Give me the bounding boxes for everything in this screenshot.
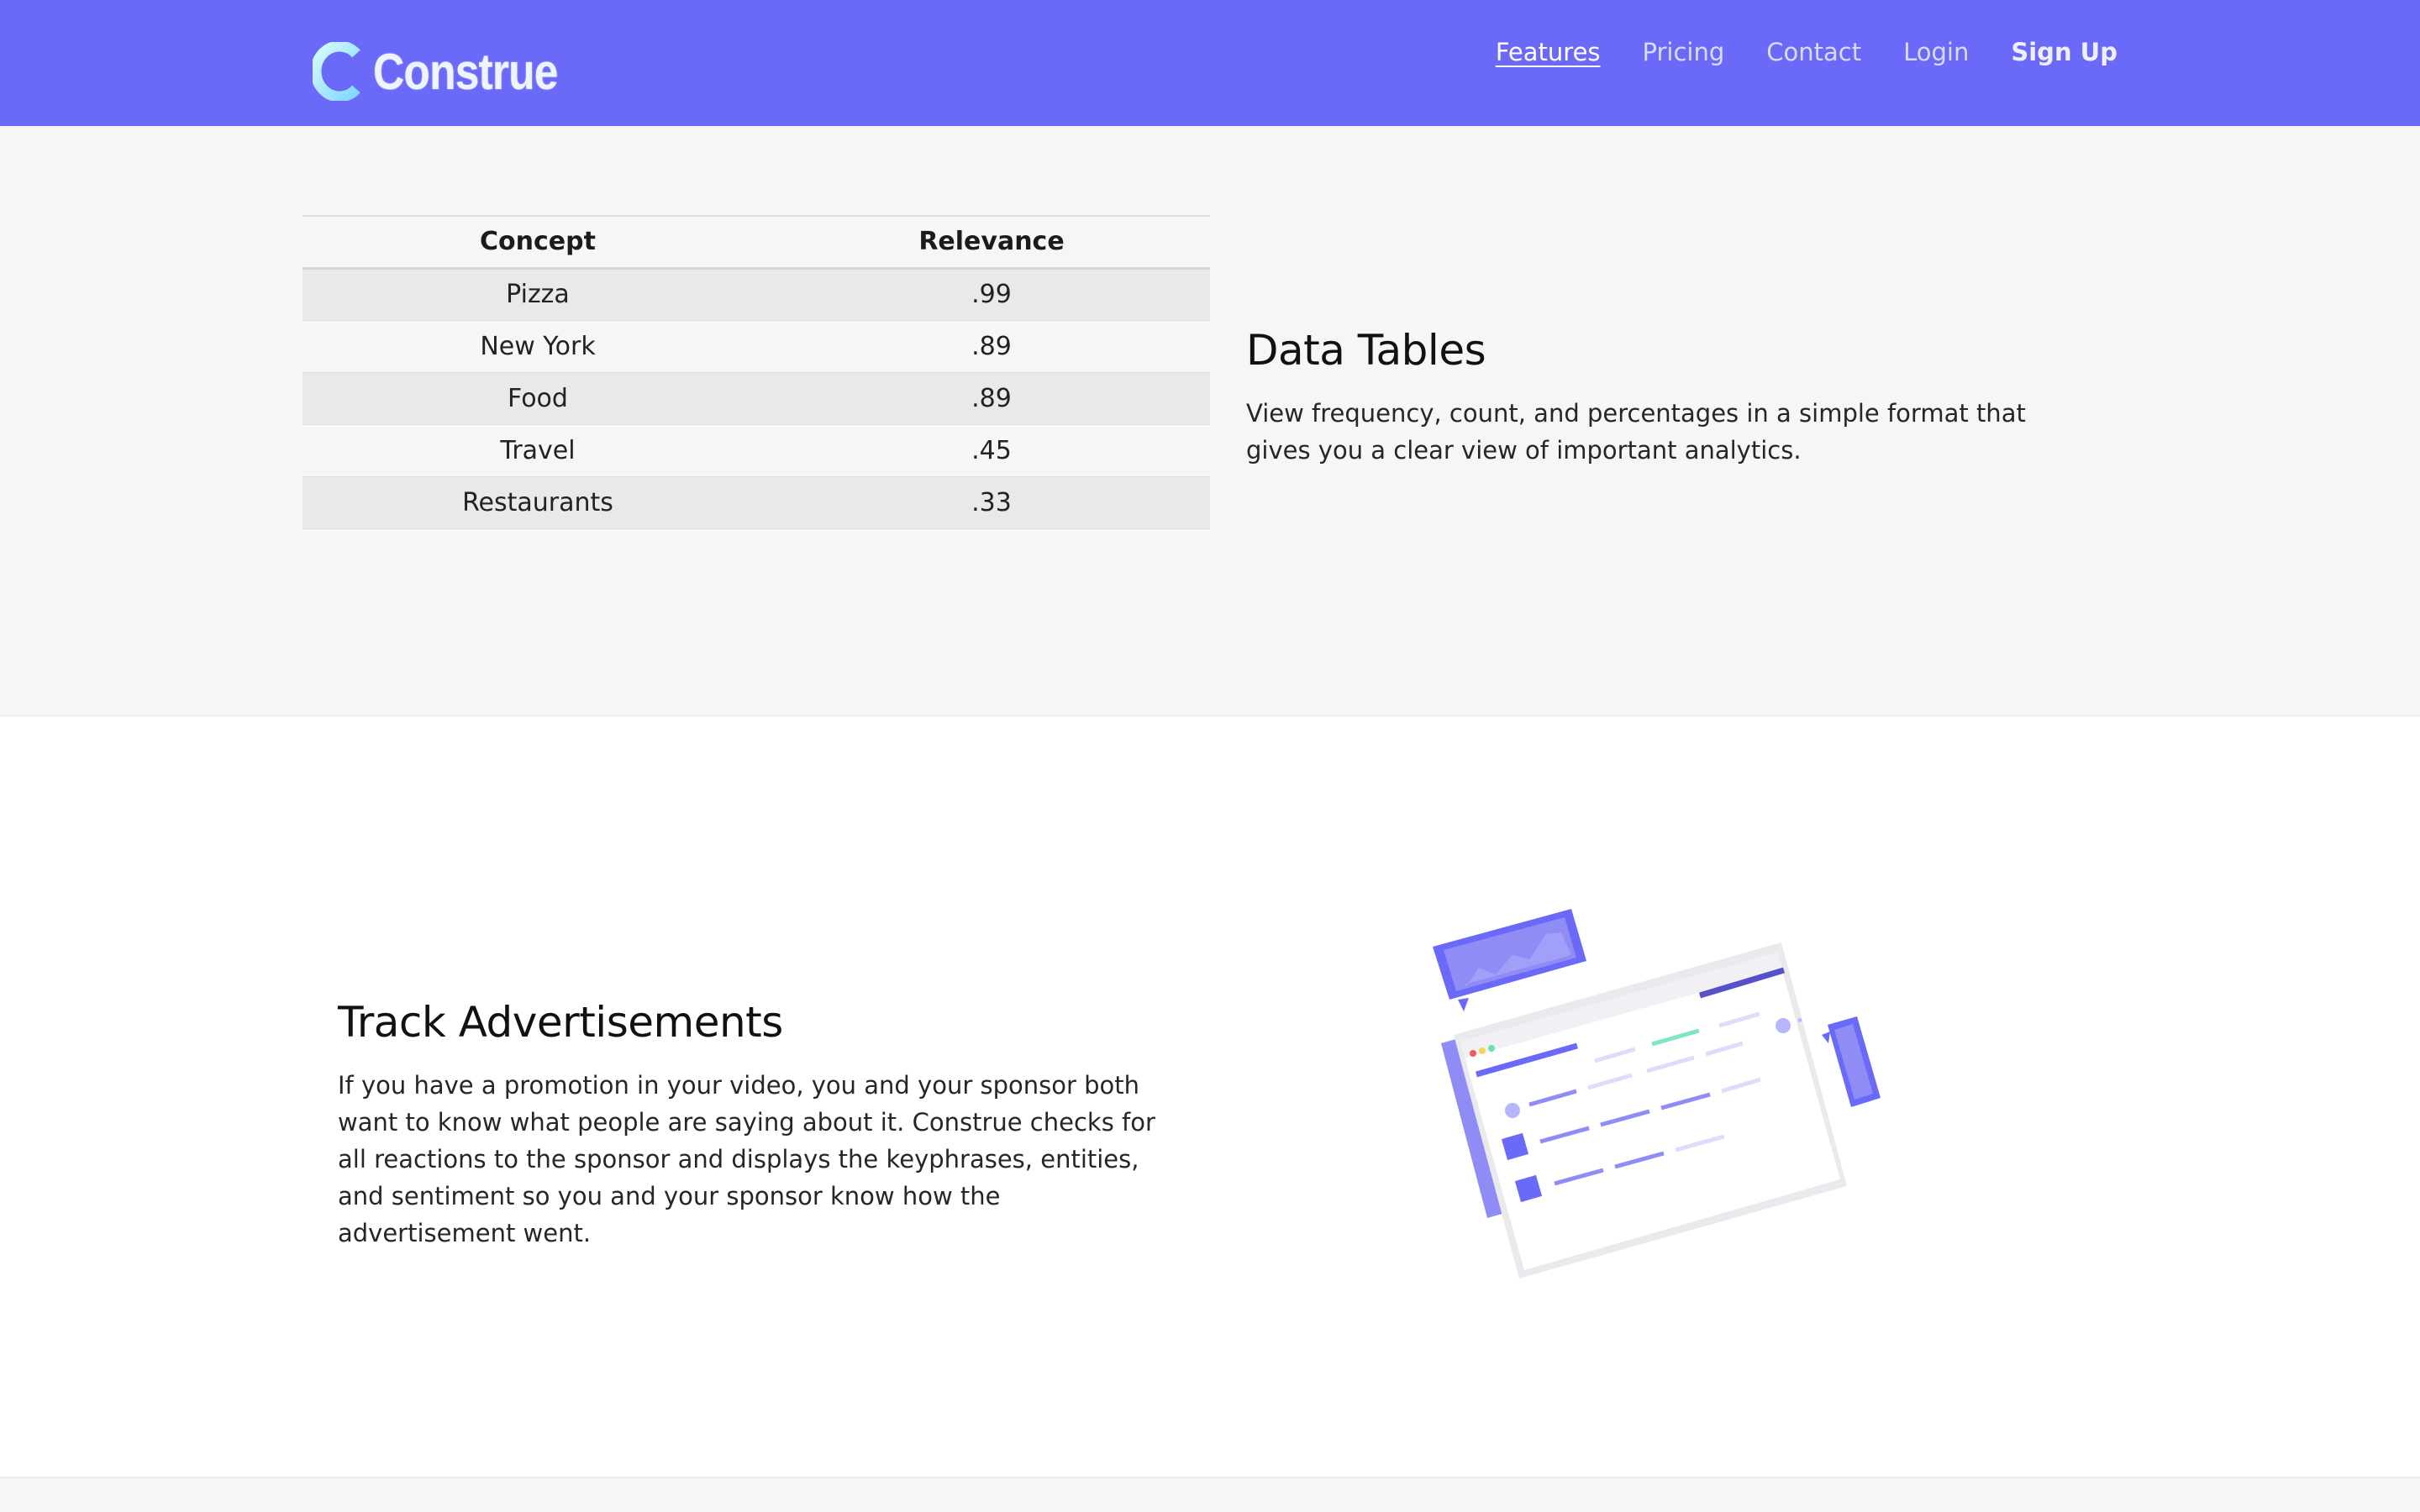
logo-c-icon <box>313 42 360 101</box>
concept-cell: Pizza <box>302 268 773 321</box>
table-row: New York .89 <box>302 320 1210 373</box>
concept-cell: Travel <box>302 424 773 477</box>
site-header: Construe Features Pricing Contact Login … <box>0 0 2420 126</box>
concept-cell: New York <box>302 320 773 373</box>
relevance-cell: .89 <box>773 372 1210 425</box>
feature-description: View frequency, count, and percentages i… <box>1246 399 2026 465</box>
data-tables-section: Concept Relevance Pizza .99 New York .89… <box>0 126 2420 717</box>
relevance-cell: .45 <box>773 424 1210 477</box>
table-row: Food .89 <box>302 372 1210 425</box>
nav-login-link[interactable]: Login <box>1903 38 1969 66</box>
main-nav: Features Pricing Contact Login Sign Up <box>1496 34 2118 71</box>
feature-title: Track Advertisements <box>338 998 783 1047</box>
nav-contact-link[interactable]: Contact <box>1766 38 1861 66</box>
column-header-relevance: Relevance <box>773 215 1210 270</box>
logo-text: Construe <box>373 43 558 100</box>
concept-cell: Restaurants <box>302 476 773 529</box>
nav-pricing-link[interactable]: Pricing <box>1643 38 1725 66</box>
track-ads-feature: Track Advertisements If you have a promo… <box>338 998 1161 1252</box>
table-header-row: Concept Relevance <box>302 215 1210 270</box>
relevance-cell: .99 <box>773 268 1210 321</box>
concept-relevance-table: Concept Relevance Pizza .99 New York .89… <box>302 215 1210 529</box>
nav-features-link[interactable]: Features <box>1496 38 1601 66</box>
feature-description: If you have a promotion in your video, y… <box>338 1071 1155 1247</box>
relevance-cell: .33 <box>773 476 1210 529</box>
track-ads-section: Track Advertisements If you have a promo… <box>0 718 2420 1477</box>
column-header-concept: Concept <box>302 215 773 270</box>
feature-title: Data Tables <box>1246 326 1486 375</box>
analytics-dashboard-illustration <box>1433 909 1881 1278</box>
logo[interactable]: Construe <box>313 42 587 101</box>
table-row: Restaurants .33 <box>302 476 1210 529</box>
footer-strip <box>0 1477 2420 1512</box>
concept-cell: Food <box>302 372 773 425</box>
table-row: Travel .45 <box>302 424 1210 477</box>
data-tables-feature: Data Tables View frequency, count, and p… <box>1246 326 2070 469</box>
relevance-cell: .89 <box>773 320 1210 373</box>
nav-signup-link[interactable]: Sign Up <box>2011 38 2118 66</box>
table-row: Pizza .99 <box>302 268 1210 321</box>
